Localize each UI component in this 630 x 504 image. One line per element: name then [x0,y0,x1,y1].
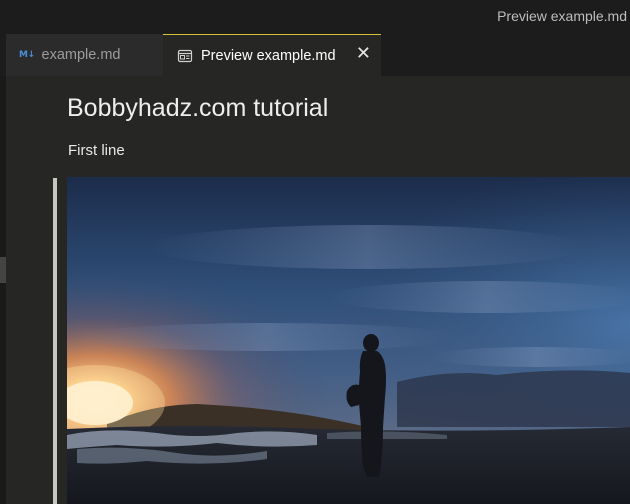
markdown-icon: M↓ [19,50,35,60]
preview-icon [177,49,193,62]
tab-bar: M↓ example.md Preview example.md ✕ [0,34,630,76]
preview-paragraph: First line [68,142,125,159]
tab-label: Preview example.md [201,47,336,64]
close-icon[interactable]: ✕ [356,44,371,64]
tab-preview-example-md[interactable]: Preview example.md ✕ [163,34,381,76]
blockquote-bar [53,178,57,504]
title-bar: Preview example.md [0,0,630,34]
preview-image [67,177,630,504]
preview-heading: Bobbyhadz.com tutorial [67,94,329,122]
tab-example-md[interactable]: M↓ example.md [6,34,163,76]
tab-label: example.md [41,47,121,63]
markdown-preview-pane: Bobbyhadz.com tutorial First line [6,76,630,504]
window-title: Preview example.md [497,8,627,24]
